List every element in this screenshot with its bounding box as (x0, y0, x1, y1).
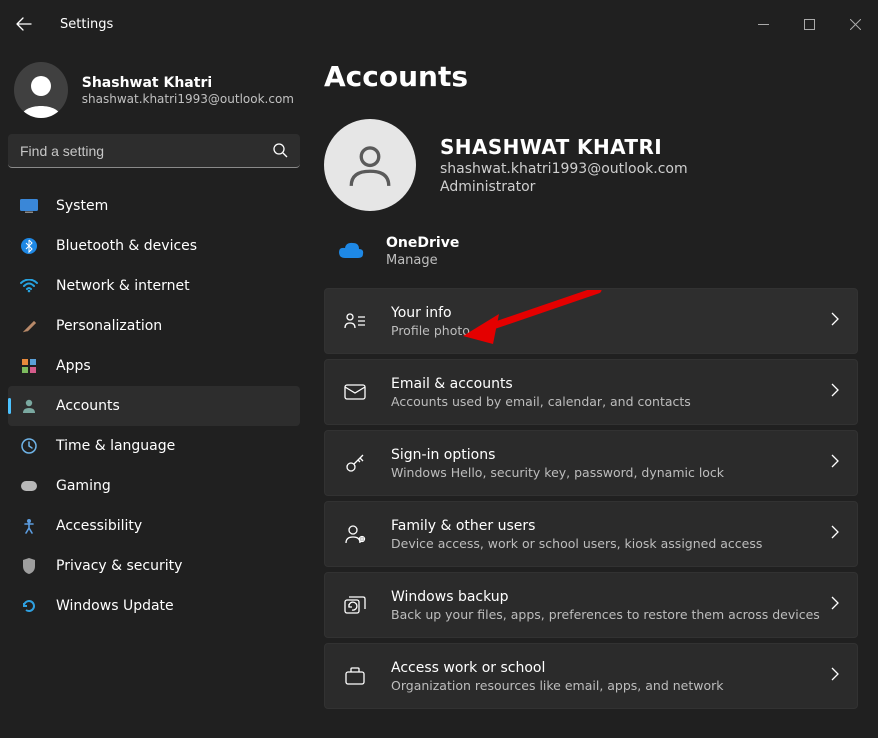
back-button[interactable] (8, 8, 40, 40)
sidebar-item-update[interactable]: Windows Update (8, 586, 300, 626)
sidebar-item-apps[interactable]: Apps (8, 346, 300, 386)
monitor-icon (20, 199, 38, 213)
hero-name: SHASHWAT KHATRI (440, 135, 688, 159)
apps-icon (20, 358, 38, 374)
chevron-right-icon (831, 525, 839, 543)
maximize-button[interactable] (786, 8, 832, 40)
card-subtitle: Device access, work or school users, kio… (391, 536, 762, 551)
sidebar-item-accounts[interactable]: Accounts (8, 386, 300, 426)
shield-icon (20, 558, 38, 574)
wifi-icon (20, 279, 38, 293)
avatar-large-icon (324, 119, 416, 211)
settings-cards: Your info Profile photo Email & accounts… (324, 288, 858, 709)
search-input[interactable] (8, 143, 300, 159)
card-subtitle: Organization resources like email, apps,… (391, 678, 724, 693)
avatar-icon (14, 62, 68, 118)
nav-label: Apps (56, 358, 91, 374)
search-box[interactable] (8, 134, 300, 168)
bluetooth-icon (20, 238, 38, 254)
onedrive-row[interactable]: OneDrive Manage (324, 235, 858, 288)
nav-label: System (56, 198, 108, 214)
search-icon (272, 142, 288, 162)
chevron-right-icon (831, 667, 839, 685)
update-icon (20, 598, 38, 614)
card-title: Sign-in options (391, 447, 724, 463)
accessibility-icon (20, 518, 38, 534)
onedrive-sub: Manage (386, 253, 459, 268)
person-icon (20, 398, 38, 414)
sidebar-item-gaming[interactable]: Gaming (8, 466, 300, 506)
title-bar: Settings (0, 0, 878, 48)
nav-label: Gaming (56, 478, 111, 494)
people-icon (343, 524, 367, 544)
nav-label: Accessibility (56, 518, 142, 534)
chevron-right-icon (831, 596, 839, 614)
sidebar-item-network[interactable]: Network & internet (8, 266, 300, 306)
card-subtitle: Profile photo (391, 323, 470, 338)
card-work-school[interactable]: Access work or school Organization resou… (324, 643, 858, 709)
nav-label: Windows Update (56, 598, 174, 614)
nav-label: Bluetooth & devices (56, 238, 197, 254)
card-subtitle: Accounts used by email, calendar, and co… (391, 394, 691, 409)
nav-label: Accounts (56, 398, 120, 414)
sidebar-item-time[interactable]: Time & language (8, 426, 300, 466)
card-title: Family & other users (391, 518, 762, 534)
mail-icon (343, 384, 367, 400)
main-content: Accounts SHASHWAT KHATRI shashwat.khatri… (308, 48, 878, 738)
card-family-users[interactable]: Family & other users Device access, work… (324, 501, 858, 567)
nav-label: Privacy & security (56, 558, 182, 574)
person-card-icon (343, 312, 367, 330)
card-title: Windows backup (391, 589, 820, 605)
sidebar-item-accessibility[interactable]: Accessibility (8, 506, 300, 546)
page-title: Accounts (324, 60, 858, 93)
window-controls (740, 8, 878, 40)
onedrive-cloud-icon (338, 241, 364, 263)
nav-list: System Bluetooth & devices Network & int… (8, 186, 300, 626)
profile-email: shashwat.khatri1993@outlook.com (82, 92, 294, 106)
sidebar-item-bluetooth[interactable]: Bluetooth & devices (8, 226, 300, 266)
window-title: Settings (60, 17, 113, 32)
card-sign-in-options[interactable]: Sign-in options Windows Hello, security … (324, 430, 858, 496)
gamepad-icon (20, 480, 38, 492)
hero-role: Administrator (440, 179, 688, 195)
nav-label: Network & internet (56, 278, 190, 294)
clock-icon (20, 438, 38, 454)
card-title: Access work or school (391, 660, 724, 676)
chevron-right-icon (831, 454, 839, 472)
card-windows-backup[interactable]: Windows backup Back up your files, apps,… (324, 572, 858, 638)
card-subtitle: Windows Hello, security key, password, d… (391, 465, 724, 480)
key-icon (343, 452, 367, 474)
profile-name: Shashwat Khatri (82, 75, 294, 91)
close-button[interactable] (832, 8, 878, 40)
card-email-accounts[interactable]: Email & accounts Accounts used by email,… (324, 359, 858, 425)
sidebar-item-privacy[interactable]: Privacy & security (8, 546, 300, 586)
card-title: Your info (391, 305, 470, 321)
chevron-right-icon (831, 312, 839, 330)
card-your-info[interactable]: Your info Profile photo (324, 288, 858, 354)
paintbrush-icon (20, 318, 38, 334)
card-title: Email & accounts (391, 376, 691, 392)
account-hero: SHASHWAT KHATRI shashwat.khatri1993@outl… (324, 119, 858, 211)
sidebar-profile[interactable]: Shashwat Khatri shashwat.khatri1993@outl… (8, 56, 300, 134)
chevron-right-icon (831, 383, 839, 401)
sidebar-item-personalization[interactable]: Personalization (8, 306, 300, 346)
hero-email: shashwat.khatri1993@outlook.com (440, 161, 688, 177)
backup-icon (343, 596, 367, 614)
card-subtitle: Back up your files, apps, preferences to… (391, 607, 820, 622)
sidebar-item-system[interactable]: System (8, 186, 300, 226)
minimize-button[interactable] (740, 8, 786, 40)
nav-label: Time & language (56, 438, 175, 454)
onedrive-title: OneDrive (386, 235, 459, 251)
briefcase-icon (343, 667, 367, 685)
sidebar: Shashwat Khatri shashwat.khatri1993@outl… (0, 48, 308, 738)
nav-label: Personalization (56, 318, 162, 334)
back-arrow-icon (16, 16, 32, 32)
